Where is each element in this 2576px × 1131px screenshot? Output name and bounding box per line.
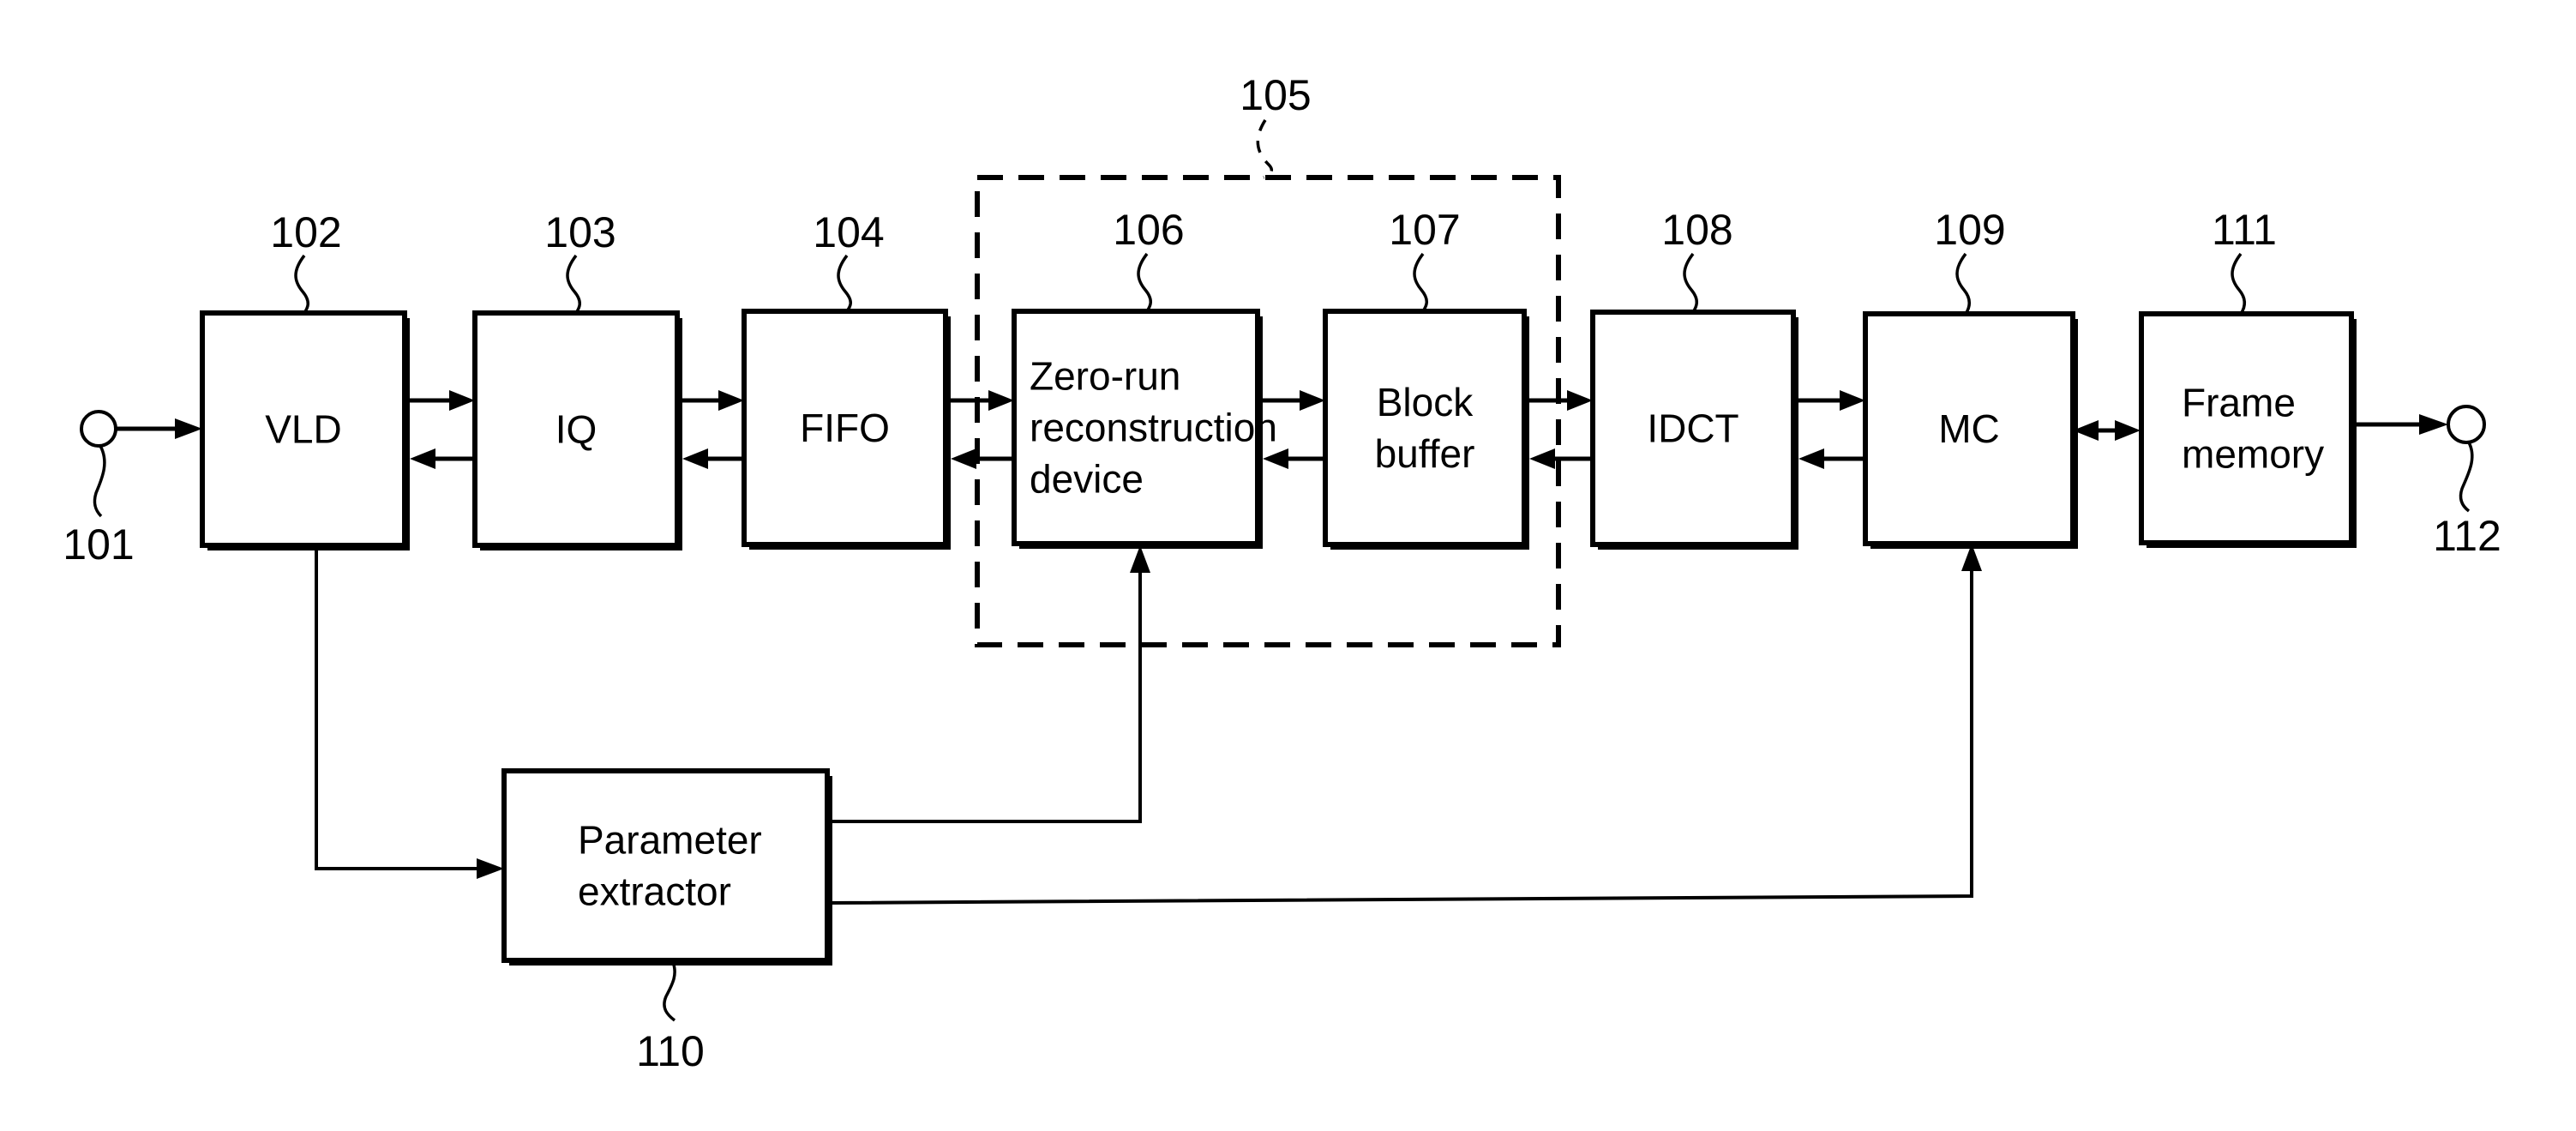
block-idct: IDCT 108 xyxy=(1590,206,1798,550)
block-frame-memory-leader xyxy=(2231,252,2246,315)
block-zero-run: Zero-run reconstruction device 106 xyxy=(1012,206,1277,549)
pair-arrow-iq-fifo xyxy=(682,390,744,469)
block-iq-text-line: IQ xyxy=(555,407,597,452)
arrowhead-fifo-to-iq xyxy=(682,448,708,469)
block-fifo-text-line: FIFO xyxy=(800,406,890,450)
pair-arrow-vld-iq xyxy=(410,390,475,469)
block-idct-leader xyxy=(1683,252,1698,313)
arrowhead-fifo-to-zero-run xyxy=(988,390,1014,411)
block-param-extractor-box[interactable] xyxy=(501,768,830,963)
block-vld: VLD 102 xyxy=(200,208,410,550)
arrowhead-vld-to-iq xyxy=(449,390,475,411)
block-zero-run-ref-label: 106 xyxy=(1113,206,1184,254)
block-frame-memory: Frame memory 111 xyxy=(2139,206,2357,548)
block-block-buffer-ref-label: 107 xyxy=(1389,206,1460,254)
block-zero-run-leader xyxy=(1137,252,1152,312)
block-param-extractor-text-line: Parameter xyxy=(578,818,762,863)
block-mc-text-line: MC xyxy=(1938,406,2000,451)
arrowhead-iq-to-vld xyxy=(410,448,435,469)
block-block-buffer: Block buffer 107 xyxy=(1323,206,1529,550)
block-block-buffer-leader xyxy=(1413,252,1428,312)
arrowhead-block-buffer-to-idct xyxy=(1567,390,1593,411)
arrowhead-into-param xyxy=(477,858,504,879)
terminal-input: 101 xyxy=(63,410,202,569)
block-zero-run-text-line: device xyxy=(1030,457,1144,502)
block-param-extractor-text-line: extractor xyxy=(578,869,731,914)
block-iq-leader xyxy=(566,254,581,314)
terminal-112-leader xyxy=(2459,442,2474,513)
block-idct-text-line: IDCT xyxy=(1647,406,1738,451)
block-vld-text-line: VLD xyxy=(265,407,341,452)
block-block-buffer-box[interactable] xyxy=(1323,309,1527,547)
pair-arrow-fifo-zero-run xyxy=(951,390,1014,469)
block-block-buffer-text-line: buffer xyxy=(1375,431,1475,476)
block-frame-memory-box[interactable] xyxy=(2139,311,2354,545)
arrowhead-zero-run-to-block-buffer xyxy=(1300,390,1325,411)
wire-vld-down-to-param xyxy=(315,546,492,870)
wire-vld-to-param xyxy=(315,546,504,879)
wire-param-to-mc xyxy=(826,544,1982,905)
block-vld-leader xyxy=(294,254,309,314)
block-zero-run-text-line: Zero-run xyxy=(1030,354,1180,399)
block-iq-ref-label: 103 xyxy=(544,208,615,256)
arrowhead-zero-run-to-fifo xyxy=(951,448,976,469)
wire-mc-framememory xyxy=(2073,420,2141,441)
terminal-output: 112 xyxy=(2351,405,2501,560)
arrowhead-block-buffer-to-zero-run xyxy=(1263,448,1288,469)
block-fifo-leader xyxy=(837,254,852,312)
block-zero-run-text-line: reconstruction xyxy=(1030,406,1277,450)
arrowhead-mc-to-idct xyxy=(1798,448,1824,469)
terminal-101-ref-label: 101 xyxy=(63,520,134,569)
terminal-101-circle[interactable] xyxy=(80,410,117,448)
arrowhead-framememory-to-output xyxy=(2419,414,2448,435)
block-frame-memory-ref-label: 111 xyxy=(2212,206,2277,254)
group-105-ref-label: 105 xyxy=(1240,71,1311,119)
pair-arrow-idct-mc xyxy=(1798,390,1865,469)
block-param-extractor: Parameter extractor 110 xyxy=(501,768,832,1075)
block-iq: IQ 103 xyxy=(472,208,682,550)
arrowhead-idct-to-mc xyxy=(1840,390,1865,411)
block-mc-ref-label: 109 xyxy=(1934,206,2005,254)
block-frame-memory-text-line: memory xyxy=(2182,432,2324,477)
wire-param-to-zerorun xyxy=(827,545,1150,823)
block-frame-memory-text-line: Frame xyxy=(2182,381,2296,425)
terminal-112-ref-label: 112 xyxy=(2433,512,2501,560)
blocks-layer: VLD 102 IQ 103 FIFO 104 Zero-run reconstruction… xyxy=(200,206,2357,1075)
block-param-extractor-ref-label: 110 xyxy=(636,1027,705,1075)
group-105-leader xyxy=(1256,119,1274,179)
block-block-buffer-text-line: Block xyxy=(1377,380,1474,424)
block-fifo: FIFO 104 xyxy=(742,208,951,550)
arrowhead-idct-to-block-buffer xyxy=(1529,448,1555,469)
block-diagram: 105 VLD 102 IQ 103 FIFO 104 Zero-run reconstruc… xyxy=(63,71,2501,1075)
block-param-extractor-leader xyxy=(663,961,676,1022)
block-vld-ref-label: 102 xyxy=(270,208,341,256)
arrowhead-input-to-vld xyxy=(175,418,202,439)
arrowhead-into-zerorun xyxy=(1130,545,1150,573)
arrowhead-to-framememory xyxy=(2115,420,2141,441)
block-fifo-ref-label: 104 xyxy=(813,208,884,256)
arrowhead-iq-to-fifo xyxy=(718,390,744,411)
block-mc: MC 109 xyxy=(1863,206,2078,549)
block-idct-ref-label: 108 xyxy=(1661,206,1732,254)
wire-param-up-to-zerorun xyxy=(827,557,1142,823)
wire-param-up-to-mc xyxy=(826,556,1973,905)
block-mc-leader xyxy=(1955,252,1971,315)
terminal-101-leader xyxy=(93,445,106,518)
terminal-112-circle[interactable] xyxy=(2447,405,2486,444)
